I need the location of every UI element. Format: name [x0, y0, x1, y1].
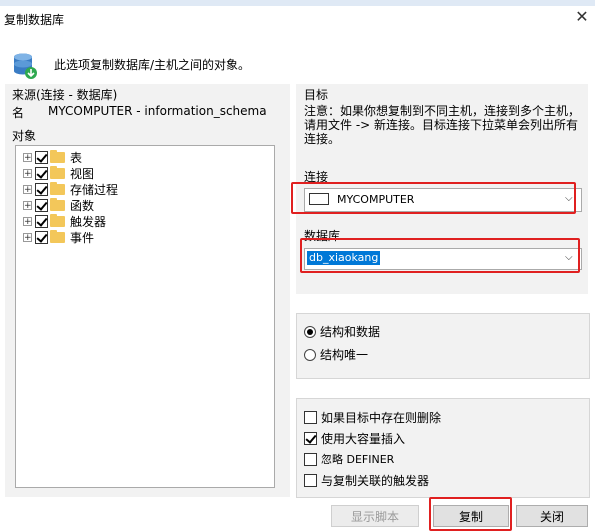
- tree-checkbox[interactable]: [35, 182, 48, 196]
- tree-checkbox[interactable]: [35, 166, 48, 180]
- highlight-box-database: [300, 238, 580, 273]
- tree-item-label: 触发器: [70, 214, 107, 229]
- tree-item[interactable]: + 触发器: [23, 213, 106, 229]
- radio-button[interactable]: [304, 325, 316, 338]
- option-label: 如果目标中存在则删除: [321, 411, 442, 425]
- title-bar: 复制数据库 ✕: [0, 6, 595, 30]
- radio-structure-and-data[interactable]: 结构和数据: [304, 323, 380, 340]
- header-description: 此选项复制数据库/主机之间的对象。: [54, 58, 251, 72]
- folder-icon: [50, 197, 65, 211]
- target-note: 注意：如果你想复制到不同主机，连接到多个主机，请用文件 -> 新连接。目标连接下…: [304, 104, 581, 146]
- tree-checkbox[interactable]: [35, 150, 48, 164]
- expand-icon[interactable]: +: [23, 152, 32, 162]
- checkbox[interactable]: [304, 432, 317, 445]
- folder-icon: [50, 229, 65, 243]
- radio-structure-only[interactable]: 结构唯一: [304, 346, 368, 363]
- tree-checkbox[interactable]: [35, 198, 48, 212]
- tree-checkbox[interactable]: [35, 214, 48, 228]
- tree-item[interactable]: + 存储过程: [23, 181, 118, 197]
- checkbox[interactable]: [304, 474, 317, 487]
- close-button[interactable]: 关闭: [516, 505, 588, 527]
- option-label: 使用大容量插入: [321, 432, 406, 446]
- tree-item-label: 视图: [70, 166, 95, 181]
- radio-label: 结构唯一: [320, 348, 369, 362]
- folder-icon: [50, 181, 65, 195]
- tree-item[interactable]: + 表: [23, 149, 82, 165]
- source-name-value: MYCOMPUTER - information_schema: [48, 104, 267, 118]
- show-script-button[interactable]: 显示脚本: [331, 505, 419, 527]
- tree-item-label: 事件: [70, 230, 95, 245]
- option-ignore-definer[interactable]: 忽略 DEFINER: [304, 451, 394, 467]
- option-label: 忽略 DEFINER: [321, 453, 395, 466]
- folder-icon: [50, 149, 65, 163]
- checkbox[interactable]: [304, 411, 317, 424]
- expand-icon[interactable]: +: [23, 216, 32, 226]
- objects-label: 对象: [12, 129, 37, 143]
- expand-icon[interactable]: +: [23, 184, 32, 194]
- expand-icon[interactable]: +: [23, 168, 32, 178]
- option-copy-triggers[interactable]: 与复制关联的触发器: [304, 472, 429, 489]
- source-heading: 来源(连接 - 数据库): [12, 88, 118, 102]
- tree-item[interactable]: + 事件: [23, 229, 94, 245]
- option-bulk-insert[interactable]: 使用大容量插入: [304, 430, 405, 447]
- tree-item-label: 表: [70, 150, 83, 165]
- option-label: 与复制关联的触发器: [321, 474, 430, 488]
- checkbox[interactable]: [304, 452, 317, 466]
- radio-label: 结构和数据: [320, 325, 381, 339]
- tree-item[interactable]: + 函数: [23, 197, 94, 213]
- highlight-box-connection: [291, 182, 576, 214]
- expand-icon[interactable]: +: [23, 232, 32, 242]
- source-name-label: 名: [12, 106, 25, 120]
- tree-item-label: 存储过程: [70, 182, 119, 197]
- tree-item-label: 函数: [70, 198, 95, 213]
- tree-item[interactable]: + 视图: [23, 165, 94, 181]
- window-title: 复制数据库: [4, 13, 65, 27]
- radio-button[interactable]: [304, 348, 316, 361]
- database-copy-icon: [12, 52, 38, 80]
- folder-icon: [50, 213, 65, 227]
- highlight-box-copy: [429, 497, 512, 531]
- option-drop-if-exists[interactable]: 如果目标中存在则删除: [304, 409, 441, 426]
- tree-checkbox[interactable]: [35, 230, 48, 244]
- close-icon[interactable]: ✕: [573, 8, 591, 26]
- target-heading: 目标: [304, 88, 329, 102]
- expand-icon[interactable]: +: [23, 200, 32, 210]
- object-tree[interactable]: + 表 + 视图 + 存储过程 + 函数 + 触发器 + 事件: [15, 145, 275, 488]
- folder-icon: [50, 165, 65, 179]
